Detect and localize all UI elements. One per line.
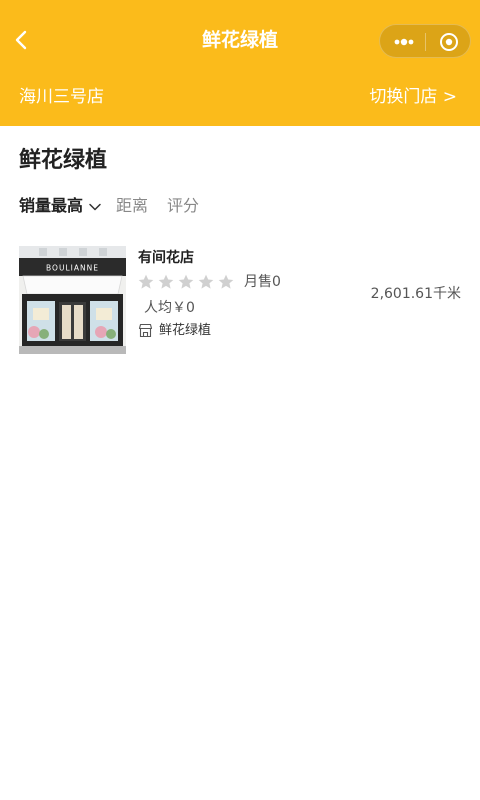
svg-text:BOULIANNE: BOULIANNE <box>46 264 99 273</box>
storefront-icon <box>138 323 153 338</box>
store-category: 鲜花绿植 <box>159 323 212 338</box>
current-store-name: 海川三号店 <box>19 87 104 107</box>
more-dots-icon[interactable] <box>392 34 416 50</box>
star-icon <box>178 274 194 289</box>
star-icon <box>138 274 154 289</box>
capsule-divider <box>425 33 426 51</box>
store-distance: 2,601.61千米 <box>370 286 461 302</box>
sort-option-distance[interactable]: 距离 <box>116 194 148 218</box>
chevron-down-icon[interactable] <box>88 202 102 212</box>
page-title: 鲜花绿植 <box>19 148 108 173</box>
star-icon <box>218 274 234 289</box>
mini-program-capsule <box>379 24 471 58</box>
store-card[interactable]: BOULIANNE 有间花店 月售0 人均￥0 鲜花绿植 2,601.61千米 <box>19 246 461 354</box>
sort-option-rating[interactable]: 评分 <box>167 194 199 218</box>
star-icon <box>198 274 214 289</box>
store-thumbnail: BOULIANNE <box>19 246 126 354</box>
monthly-sales: 月售0 <box>244 274 281 290</box>
switch-store-button[interactable]: 切换门店 > <box>369 85 457 109</box>
sort-option-sales[interactable]: 销量最高 <box>19 194 83 218</box>
close-mini-program-icon[interactable] <box>438 31 460 53</box>
top-header: 鲜花绿植 海川三号店 切换门店 > <box>0 0 480 126</box>
star-icon <box>158 274 174 289</box>
average-price: 人均￥0 <box>144 300 195 316</box>
store-name: 有间花店 <box>138 250 194 266</box>
